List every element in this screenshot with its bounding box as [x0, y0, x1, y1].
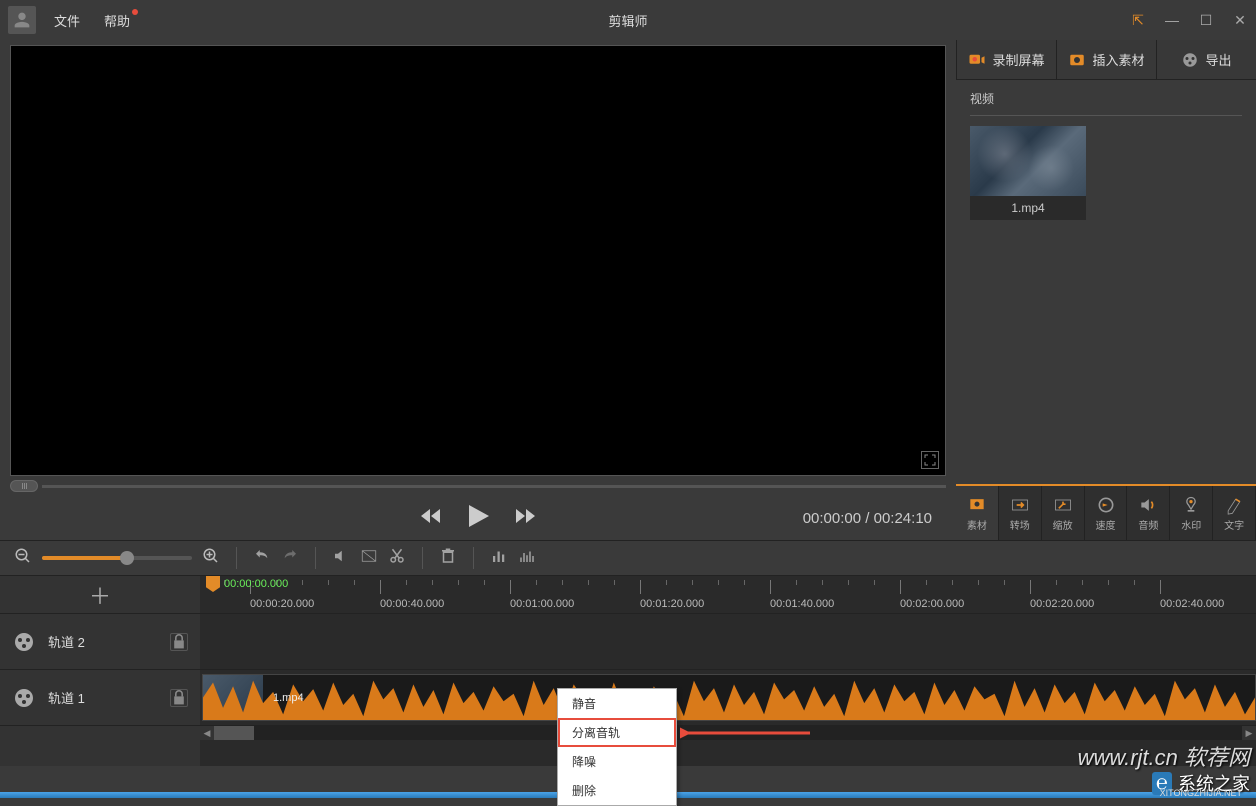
rewind-button[interactable] [420, 507, 442, 530]
ruler-tick: 00:01:40.000 [770, 598, 834, 610]
tool-tabs: 素材 转场 缩放 速度 音频 水印 文字 [956, 484, 1256, 540]
scroll-right-icon[interactable]: ▶ [1242, 726, 1256, 740]
window-controls: ⇱ — ☐ ✕ [1130, 12, 1248, 29]
annotation-arrow [680, 723, 820, 743]
ctx-denoise[interactable]: 降噪 [558, 747, 676, 776]
tab-text[interactable]: 文字 [1213, 486, 1256, 540]
main-area: 00:00:00 / 00:24:10 录制屏幕 插入素材 导出 视频 1.mp… [0, 40, 1256, 540]
ruler-tick: 00:00:40.000 [380, 598, 444, 610]
scroll-left-icon[interactable]: ◀ [200, 726, 214, 740]
popout-icon[interactable]: ⇱ [1130, 12, 1146, 29]
forward-button[interactable] [514, 507, 536, 530]
media-section-video-header: 视频 [970, 90, 1242, 116]
delete-button[interactable] [439, 547, 457, 570]
video-clip[interactable]: 1.mp4 [202, 674, 1256, 721]
timeline-ruler[interactable]: 00:00:00.000 00:00:20.000 00:00:40.000 00:… [200, 576, 1256, 614]
import-media-button[interactable]: 插入素材 [1056, 40, 1156, 79]
redo-button[interactable] [281, 547, 299, 570]
lock-icon[interactable] [170, 633, 188, 651]
ctx-separate-audio[interactable]: 分离音轨 [558, 718, 676, 747]
export-button[interactable]: 导出 [1156, 40, 1256, 79]
maximize-button[interactable]: ☐ [1198, 12, 1214, 29]
tab-zoom[interactable]: 缩放 [1042, 486, 1085, 540]
seek-bar[interactable] [10, 476, 946, 496]
mute-toggle-button[interactable] [332, 547, 350, 570]
tab-watermark[interactable]: 水印 [1170, 486, 1213, 540]
add-track-button[interactable]: ＋ [0, 576, 200, 614]
menu-file[interactable]: 文件 [54, 11, 80, 30]
playhead[interactable]: 00:00:00.000 [206, 576, 220, 592]
track-headers: ＋ 轨道 2 轨道 1 [0, 576, 200, 766]
notification-dot [132, 9, 138, 15]
zoom-in-button[interactable] [202, 547, 220, 570]
waveform [203, 675, 1255, 720]
ruler-tick: 00:02:20.000 [1030, 598, 1094, 610]
context-menu: 静音 分离音轨 降噪 删除 [557, 688, 677, 806]
equalizer-button[interactable] [518, 547, 536, 570]
levels-button[interactable] [490, 547, 508, 570]
watermark-1: www.rjt.cn 软荐网 [1078, 740, 1250, 772]
top-actions: 录制屏幕 插入素材 导出 [956, 40, 1256, 80]
detach-audio-button[interactable] [360, 547, 378, 570]
user-avatar[interactable] [8, 6, 36, 34]
tab-transition[interactable]: 转场 [999, 486, 1042, 540]
fullscreen-icon[interactable] [921, 451, 939, 469]
playback-controls: 00:00:00 / 00:24:10 [10, 496, 946, 540]
close-button[interactable]: ✕ [1232, 12, 1248, 29]
cut-button[interactable] [388, 547, 406, 570]
tab-speed[interactable]: 速度 [1085, 486, 1128, 540]
media-library: 视频 1.mp4 [956, 80, 1256, 230]
lock-icon[interactable] [170, 689, 188, 707]
track-header-2[interactable]: 轨道 2 [0, 614, 200, 670]
track-header-1[interactable]: 轨道 1 [0, 670, 200, 726]
ctx-delete[interactable]: 删除 [558, 776, 676, 805]
zoom-slider[interactable] [42, 556, 192, 560]
undo-button[interactable] [253, 547, 271, 570]
ruler-tick: 00:02:40.000 [1160, 598, 1224, 610]
scrollbar-thumb[interactable] [214, 726, 254, 740]
thumbnail-label: 1.mp4 [970, 196, 1086, 220]
thumbnail-image [970, 126, 1086, 196]
ruler-tick: 00:00:20.000 [250, 598, 314, 610]
watermark-2: ℮ 系统之家 XITONGZHIJIA.NET [1152, 770, 1250, 796]
record-screen-button[interactable]: 录制屏幕 [956, 40, 1056, 79]
track-lane-2[interactable] [200, 614, 1256, 670]
tab-material[interactable]: 素材 [956, 486, 999, 540]
track-lane-1[interactable]: 1.mp4 [200, 670, 1256, 726]
video-preview[interactable] [10, 45, 946, 476]
seek-handle[interactable] [10, 480, 38, 492]
ruler-tick: 00:01:20.000 [640, 598, 704, 610]
ruler-tick: 00:02:00.000 [900, 598, 964, 610]
right-panel: 录制屏幕 插入素材 导出 视频 1.mp4 素材 转场 缩放 速度 音频 水 [956, 40, 1256, 540]
seek-track[interactable] [42, 485, 946, 488]
app-title: 剪辑师 [608, 11, 647, 30]
tab-audio[interactable]: 音频 [1127, 486, 1170, 540]
ctx-mute[interactable]: 静音 [558, 689, 676, 718]
zoom-out-button[interactable] [14, 547, 32, 570]
timeline-toolbar [0, 540, 1256, 576]
media-thumbnail[interactable]: 1.mp4 [970, 126, 1086, 220]
menu-help[interactable]: 帮助 [104, 11, 130, 30]
ruler-tick: 00:01:00.000 [510, 598, 574, 610]
timecode: 00:00:00 / 00:24:10 [803, 510, 932, 527]
play-button[interactable] [466, 503, 490, 534]
preview-area: 00:00:00 / 00:24:10 [0, 40, 956, 540]
minimize-button[interactable]: — [1164, 12, 1180, 28]
titlebar: 文件 帮助 剪辑师 ⇱ — ☐ ✕ [0, 0, 1256, 40]
